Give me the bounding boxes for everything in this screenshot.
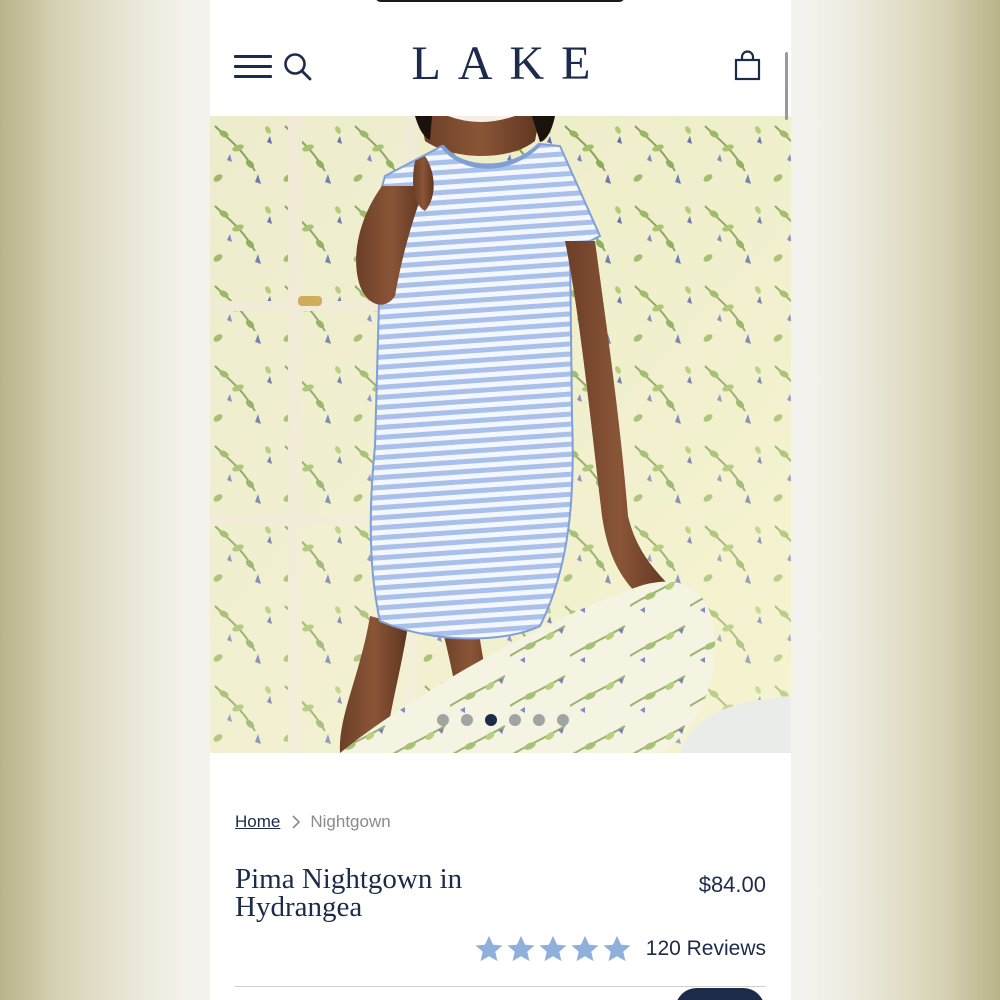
- phone-screen: LAKE Home Nightgown Pima Nightgown in Hy…: [210, 0, 791, 1000]
- product-hero-image[interactable]: [210, 116, 791, 753]
- carousel-dot[interactable]: [556, 714, 569, 726]
- site-header: LAKE: [210, 0, 791, 116]
- star-icon: [539, 935, 567, 962]
- star-icon: [603, 935, 631, 962]
- carousel-dot-active[interactable]: [484, 714, 497, 726]
- star-icon: [507, 935, 535, 962]
- reviews-link[interactable]: 120 Reviews: [646, 937, 766, 961]
- breadcrumb-current: Nightgown: [310, 812, 391, 831]
- carousel-dot[interactable]: [508, 714, 521, 726]
- chevron-right-icon: [292, 815, 301, 829]
- product-price: $84.00: [698, 872, 766, 897]
- carousel-dot[interactable]: [460, 714, 473, 726]
- carousel-dots: [210, 714, 791, 726]
- carousel-dot[interactable]: [532, 714, 545, 726]
- product-title: Pima Nightgown in Hydrangea: [235, 863, 463, 923]
- breadcrumb-home-link[interactable]: Home: [235, 812, 280, 832]
- scrollbar[interactable]: [785, 52, 788, 120]
- breadcrumb: Home Nightgown: [235, 812, 391, 832]
- product-rating: 120 Reviews: [474, 934, 766, 964]
- search-icon[interactable]: [283, 52, 313, 82]
- carousel-dot[interactable]: [436, 714, 449, 726]
- star-icon: [475, 935, 503, 962]
- hamburger-menu-icon[interactable]: [234, 53, 272, 80]
- shopping-bag-icon[interactable]: [734, 50, 761, 81]
- brand-logo[interactable]: LAKE: [360, 36, 642, 91]
- product-photo: [210, 116, 791, 753]
- star-rating[interactable]: [474, 934, 632, 964]
- divider: [235, 986, 766, 987]
- floating-action-button[interactable]: [675, 988, 765, 1000]
- star-icon: [571, 935, 599, 962]
